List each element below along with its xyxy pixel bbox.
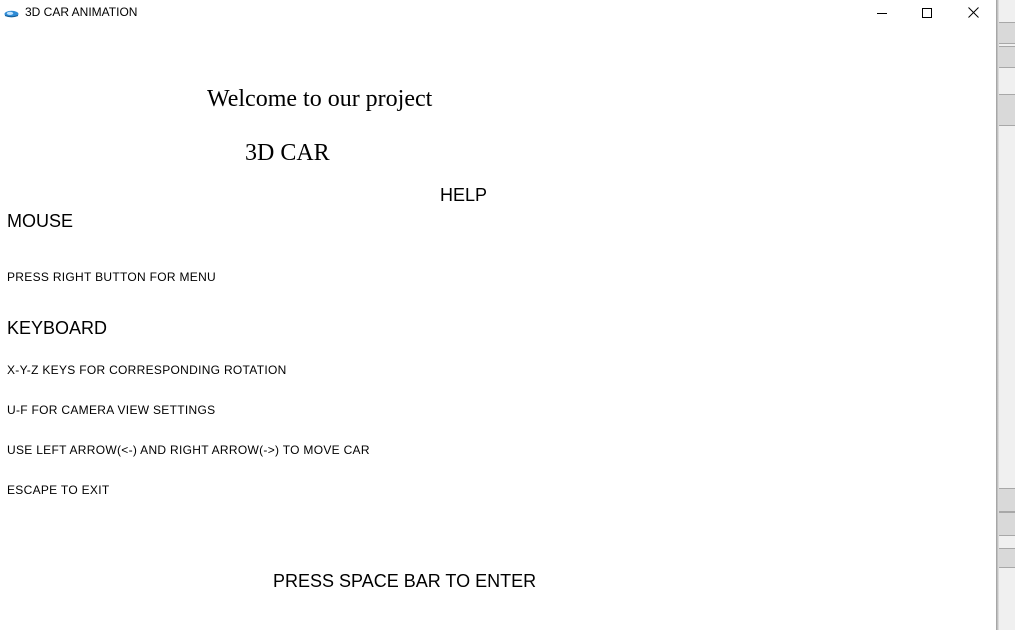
background-panel-strip bbox=[999, 488, 1015, 512]
maximize-icon bbox=[922, 7, 932, 18]
app-window: 3D CAR ANIMATION Welcome to our project … bbox=[0, 0, 996, 630]
enter-prompt: PRESS SPACE BAR TO ENTER bbox=[273, 571, 537, 591]
close-button[interactable] bbox=[951, 0, 995, 25]
help-heading: HELP bbox=[440, 185, 488, 205]
background-panel-strip bbox=[999, 94, 1015, 126]
maximize-button[interactable] bbox=[905, 0, 949, 25]
mouse-instruction: PRESS RIGHT BUTTON FOR MENU bbox=[7, 270, 217, 284]
background-toolbar-strip bbox=[999, 22, 1015, 44]
minimize-icon bbox=[877, 8, 887, 18]
background-panel-strip bbox=[999, 548, 1015, 568]
keyboard-heading: KEYBOARD bbox=[7, 318, 108, 338]
mouse-heading: MOUSE bbox=[7, 211, 74, 231]
keyboard-instruction-camera: U-F FOR CAMERA VIEW SETTINGS bbox=[7, 403, 216, 417]
opengl-canvas[interactable]: Welcome to our project 3D CAR HELP MOUSE… bbox=[0, 25, 996, 630]
window-title: 3D CAR ANIMATION bbox=[25, 5, 138, 19]
keyboard-instruction-move: USE LEFT ARROW(<-) AND RIGHT ARROW(->) T… bbox=[7, 443, 370, 457]
app-icon bbox=[4, 6, 19, 18]
background-toolbar-strip bbox=[999, 46, 1015, 68]
minimize-button[interactable] bbox=[860, 0, 904, 25]
project-name: 3D CAR bbox=[245, 140, 330, 166]
keyboard-instruction-rotation: X-Y-Z KEYS FOR CORRESPONDING ROTATION bbox=[7, 363, 287, 377]
keyboard-instruction-exit: ESCAPE TO EXIT bbox=[7, 483, 110, 497]
close-icon bbox=[967, 7, 979, 18]
title-bar[interactable]: 3D CAR ANIMATION bbox=[0, 0, 996, 25]
welcome-text: Welcome to our project bbox=[207, 86, 433, 112]
background-panel-strip bbox=[999, 512, 1015, 536]
